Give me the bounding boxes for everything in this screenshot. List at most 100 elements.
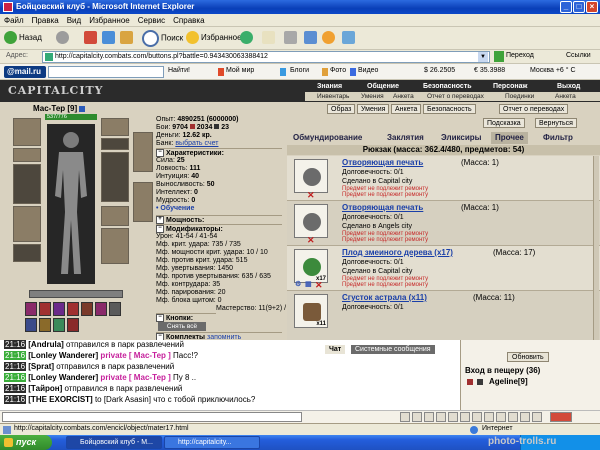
profile-button[interactable]: Анкета (391, 104, 422, 114)
refresh-button[interactable] (102, 30, 117, 46)
security-button[interactable]: Безопасность (423, 104, 476, 114)
menu-help[interactable]: Справка (169, 14, 208, 25)
back-button[interactable]: Назад (4, 30, 42, 46)
hint-button[interactable]: Подсказка (483, 118, 525, 128)
move-icon[interactable]: ▦ (305, 280, 312, 288)
inventory-item[interactable]: x11 Сгусток астрала (x11) (Масса: 11) До… (287, 291, 600, 341)
earrings-slot[interactable] (101, 118, 129, 136)
tab-chat[interactable]: Чат (325, 345, 346, 354)
info-icon[interactable] (79, 105, 86, 112)
character-silhouette[interactable] (47, 124, 95, 284)
tool-icon-8[interactable] (484, 412, 494, 422)
subnav-profile[interactable]: Анкета (393, 93, 414, 100)
scroll-slot-3[interactable] (53, 318, 65, 332)
potion-slot-2[interactable] (39, 302, 51, 316)
mailru-video[interactable]: Видео (358, 67, 378, 74)
skills-button[interactable]: Умения (357, 104, 390, 114)
potion-slot-5[interactable] (81, 302, 93, 316)
subnav-skills[interactable]: Умения (361, 93, 384, 100)
subnav-fights[interactable]: Поединки (505, 93, 534, 100)
exit-icon[interactable] (550, 412, 572, 422)
nav-character[interactable]: Персонаж (493, 83, 527, 90)
nav-communication[interactable]: Общение (367, 83, 399, 90)
scroll-slot-2[interactable] (39, 318, 51, 332)
print-button[interactable] (284, 30, 299, 46)
inventory-scrollbar[interactable] (593, 156, 599, 340)
modifiers-header[interactable]: − Модификаторы: (156, 224, 282, 233)
tool-icon-2[interactable] (412, 412, 422, 422)
maximize-button[interactable]: □ (573, 1, 585, 13)
scroll-slot-4[interactable] (67, 318, 79, 332)
sword-slot[interactable] (133, 182, 153, 222)
subnav-inventory[interactable]: Инвентарь (317, 93, 349, 100)
tool-icon-4[interactable] (436, 412, 446, 422)
mailru-find-button[interactable]: Найти! (168, 67, 190, 74)
online-user[interactable]: Ageline[9] (489, 377, 528, 386)
expand-icon[interactable]: + (156, 216, 164, 224)
item-name[interactable]: Плод змеиного дерева (x17) (342, 248, 453, 257)
potion-slot-7[interactable] (109, 302, 121, 316)
go-button[interactable]: Переход (506, 52, 534, 59)
home-button[interactable] (120, 30, 135, 46)
split-icon[interactable]: ⚙ (295, 280, 301, 288)
gloves-slot[interactable] (101, 206, 129, 226)
characteristics-header[interactable]: − Характеристики: (156, 148, 282, 157)
tab-spells[interactable]: Заклятия (387, 132, 424, 144)
at-button[interactable] (322, 30, 337, 46)
scroll-slot-1[interactable] (25, 318, 37, 332)
tool-icon-11[interactable] (520, 412, 530, 422)
mailru-photo[interactable]: Фото (330, 67, 346, 74)
menu-favorites[interactable]: Избранное (85, 14, 134, 25)
item-name[interactable]: Отворяющая печать (342, 203, 423, 212)
tool-icon-1[interactable] (400, 412, 410, 422)
item-thumbnail[interactable]: x17 (294, 249, 328, 283)
spear-slot[interactable] (133, 132, 153, 172)
potion-slot-4[interactable] (67, 302, 79, 316)
close-button[interactable]: × (586, 1, 598, 13)
helmet-slot[interactable] (13, 118, 41, 146)
edit-button[interactable] (304, 30, 319, 46)
menu-tools[interactable]: Сервис (134, 14, 169, 25)
power-header[interactable]: + Мощность: (156, 215, 282, 224)
item-thumbnail[interactable]: x11 (294, 294, 328, 328)
menu-view[interactable]: Вид (63, 14, 85, 25)
armor-slot[interactable] (13, 206, 41, 242)
potion-slot-6[interactable] (95, 302, 107, 316)
potion-slot-1[interactable] (25, 302, 37, 316)
weapon-slot[interactable] (13, 164, 41, 204)
potion-slot-3[interactable] (53, 302, 65, 316)
collapse-icon[interactable]: − (156, 149, 164, 157)
mail-button[interactable] (262, 30, 277, 46)
mailru-logo[interactable]: @mail.ru (4, 66, 46, 78)
tool-icon-10[interactable] (508, 412, 518, 422)
forward-button[interactable] (56, 30, 71, 46)
buttons-header[interactable]: − Кнопки: (156, 313, 216, 322)
inventory-item[interactable]: ✕ Отворяющая печать (Масса: 1) Долговечн… (287, 156, 600, 201)
address-input[interactable]: http://capitalcity.combats.com/buttons.p… (42, 51, 490, 63)
inventory-item[interactable]: x17 ⚙ ▦ ✕ Плод змеиного дерева (x17) (Ма… (287, 246, 600, 291)
return-button[interactable]: Вернуться (535, 118, 577, 128)
bank-link[interactable]: выбрать счет (175, 140, 218, 147)
expand-icon[interactable]: − (156, 314, 164, 322)
task-capitalcity[interactable]: http://capitalcity... (164, 436, 260, 449)
menu-file[interactable]: Файл (0, 14, 28, 25)
tab-elixirs[interactable]: Эликсиры (441, 132, 481, 144)
character-name[interactable]: Мас-Тер [9] (33, 104, 86, 113)
task-combats[interactable]: Бойцовский клуб - M... (66, 436, 162, 449)
boots-slot[interactable] (101, 228, 129, 264)
item-name[interactable]: Сгусток астрала (x11) (342, 293, 427, 302)
item-thumbnail[interactable] (294, 204, 328, 238)
favorites-button[interactable]: Избранное (186, 30, 242, 46)
image-button[interactable]: Образ (327, 104, 356, 114)
collapse-icon[interactable]: − (156, 225, 164, 233)
delete-item-icon[interactable]: ✕ (307, 190, 315, 201)
minimize-button[interactable]: _ (560, 1, 572, 13)
tab-equipment[interactable]: Обмундирование (293, 132, 362, 144)
mailru-search-input[interactable] (48, 66, 164, 78)
tool-icon-9[interactable] (496, 412, 506, 422)
stop-button[interactable] (84, 30, 99, 46)
go-icon[interactable] (494, 51, 504, 62)
delete-item-icon[interactable]: ✕ (307, 235, 315, 246)
tool-icon-3[interactable] (424, 412, 434, 422)
item-name[interactable]: Отворяющая печать (342, 158, 423, 167)
